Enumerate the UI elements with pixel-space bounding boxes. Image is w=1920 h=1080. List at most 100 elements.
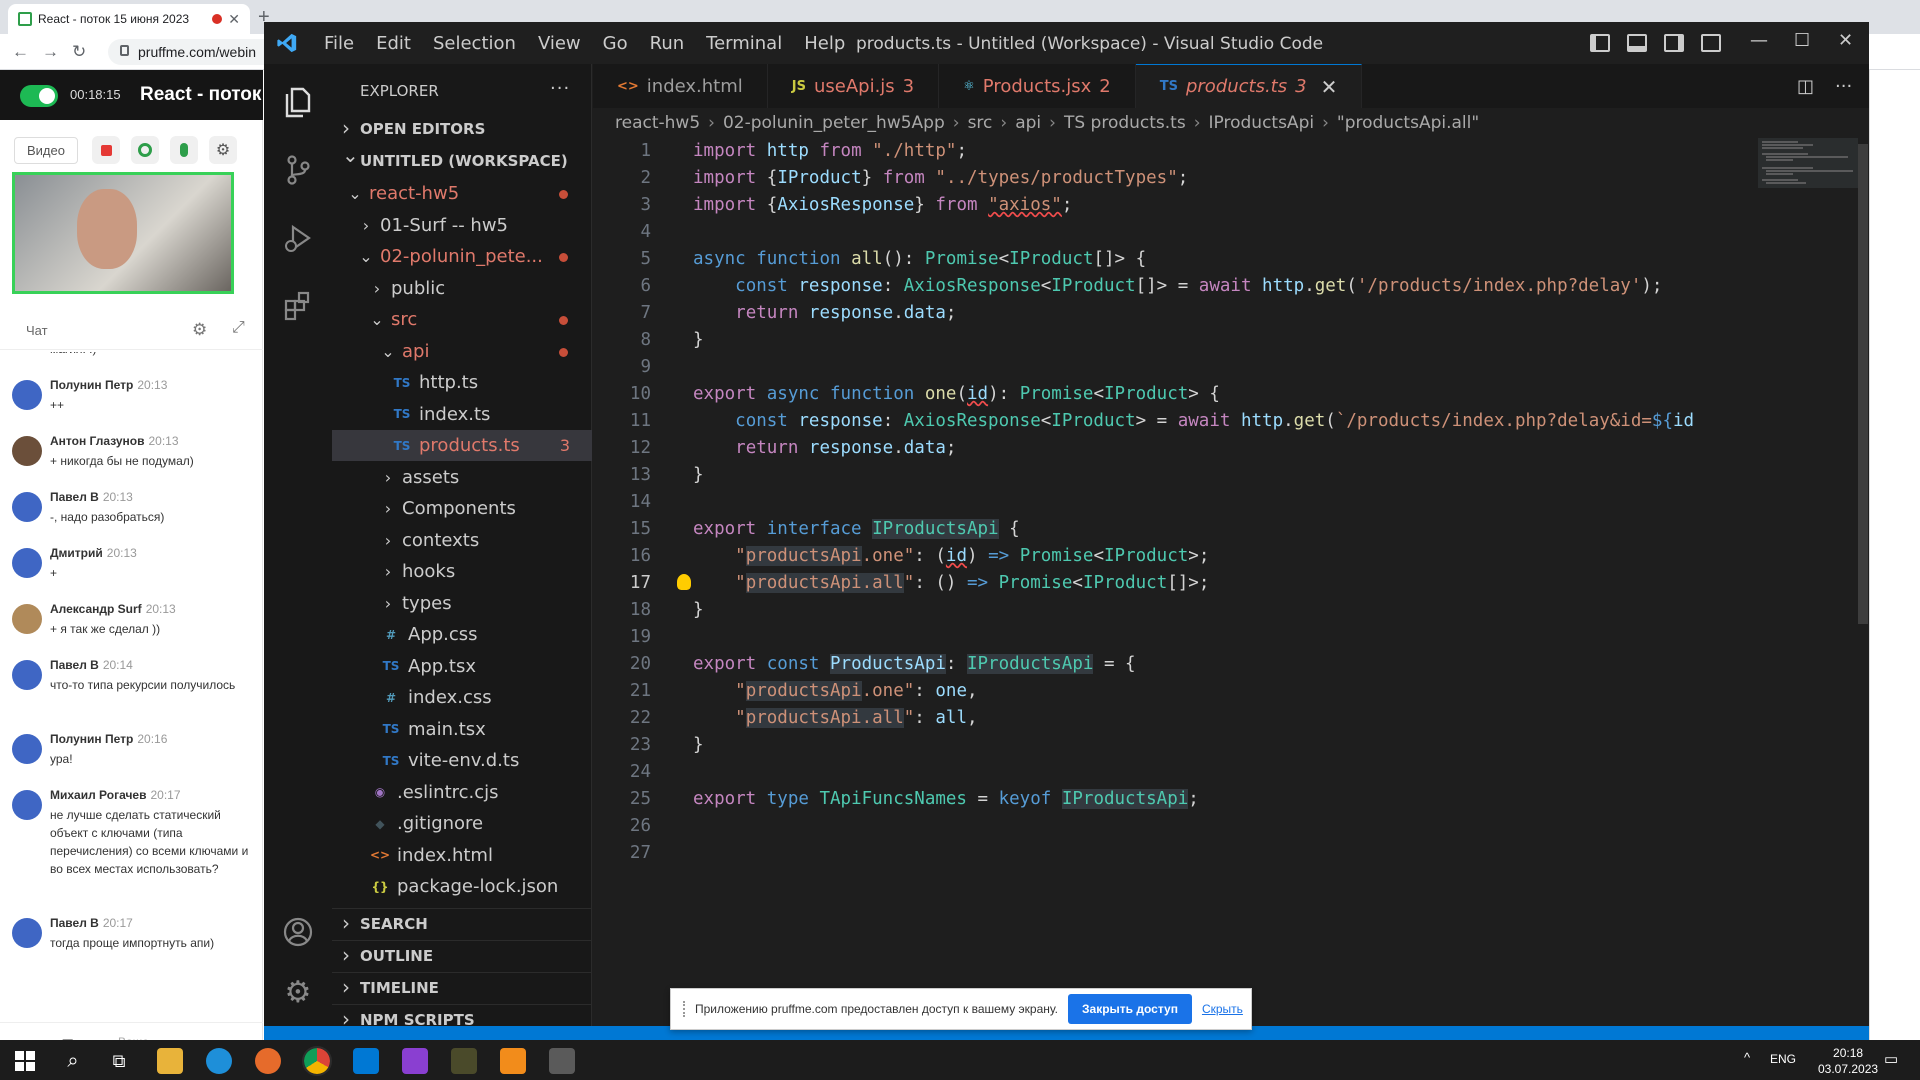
search-section[interactable]: SEARCH [332,908,592,938]
tree-item[interactable]: › types [332,588,592,619]
code-editor[interactable]: 1 import http from "./http"; 2 import {IPr… [593,138,1753,1018]
menu-file[interactable]: File [324,33,354,54]
manage-gear-icon[interactable]: ⚙ [280,974,316,1010]
open-editors-section[interactable]: OPEN EDITORS [332,114,592,144]
split-editor-icon[interactable]: ◫ [1797,76,1814,97]
menu-view[interactable]: View [538,33,581,54]
tree-item[interactable]: › assets [332,462,592,493]
workspace-section[interactable]: UNTITLED (WORKSPACE) [332,143,592,176]
tree-item[interactable]: › public [332,273,592,304]
menu-edit[interactable]: Edit [376,33,411,54]
tree-item[interactable]: › hooks [332,556,592,587]
firefox-icon[interactable] [255,1048,281,1074]
menu-run[interactable]: Run [650,33,685,54]
hide-link[interactable]: Скрыть [1202,1002,1243,1016]
breadcrumb-item[interactable]: api [1015,113,1041,133]
app-icon[interactable] [451,1048,477,1074]
minimize-icon[interactable]: — [1750,30,1768,51]
menu-go[interactable]: Go [603,33,628,54]
menu-selection[interactable]: Selection [433,33,516,54]
toggle-panel-icon[interactable] [1627,34,1647,52]
microphone-icon[interactable] [170,136,198,164]
windows-start-icon[interactable] [12,1048,38,1074]
breadcrumb-item[interactable]: IProductsApi [1209,113,1315,133]
vscode-taskbar-icon[interactable] [353,1048,379,1074]
account-icon[interactable] [280,914,316,950]
tree-item[interactable]: {} package-lock.json [332,871,592,902]
more-actions-icon[interactable]: ··· [550,78,570,99]
tree-item[interactable]: ⌄ api [332,336,592,367]
live-toggle[interactable] [20,85,58,107]
tree-item[interactable]: # App.css [332,619,592,650]
tree-item[interactable]: <> index.html [332,840,592,871]
toggle-secondary-sidebar-icon[interactable] [1664,34,1684,52]
editor-tab[interactable]: ⚛ Products.jsx 2 [939,64,1136,108]
close-access-button[interactable]: Закрыть доступ [1068,994,1192,1024]
breadcrumb-item[interactable]: 02-polunin_peter_hw5App [723,113,945,133]
settings-gear-icon[interactable]: ⚙ [209,136,237,164]
tree-item[interactable]: ⌄ 02-polunin_pete... [332,241,592,272]
language-indicator[interactable]: ENG [1770,1052,1796,1066]
expand-icon[interactable]: ⤢ [232,319,245,337]
run-debug-icon[interactable] [280,220,316,256]
file-explorer-icon[interactable] [157,1048,183,1074]
clock[interactable]: 20:18 03.07.2023 [1818,1045,1878,1077]
search-icon[interactable]: ⌕ [60,1048,86,1074]
editor-tab[interactable]: JS useApi.js 3 [768,64,940,108]
extensions-icon[interactable] [280,288,316,324]
close-window-icon[interactable]: ✕ [1838,30,1853,51]
toggle-primary-sidebar-icon[interactable] [1590,34,1610,52]
minimap[interactable] [1758,138,1858,1018]
lightbulb-icon[interactable] [677,574,691,590]
tree-item[interactable]: TS main.tsx [332,714,592,745]
menu-help[interactable]: Help [804,33,845,54]
app-icon[interactable] [549,1048,575,1074]
maximize-icon[interactable]: ☐ [1794,30,1810,51]
tree-item[interactable]: ◆ .gitignore [332,808,592,839]
tree-item[interactable]: TS index.ts [332,399,592,430]
tree-item[interactable]: › contexts [332,525,592,556]
tree-item[interactable]: # index.css [332,682,592,713]
tree-item[interactable]: › Components [332,493,592,524]
timeline-section[interactable]: TIMELINE [332,972,592,1002]
drag-handle[interactable] [683,1001,685,1017]
outline-section[interactable]: OUTLINE [332,940,592,970]
discord-icon[interactable] [402,1048,428,1074]
back-arrow-icon[interactable]: ← [12,42,29,62]
editor-tab[interactable]: TS products.ts 3 ✕ [1135,64,1363,108]
camera-icon[interactable] [131,136,159,164]
tree-item[interactable]: TS vite-env.d.ts [332,745,592,776]
chrome-icon[interactable] [302,1046,332,1076]
breadcrumb-item[interactable]: src [968,113,993,133]
breadcrumb-item[interactable]: "productsApi.all" [1337,113,1479,133]
reload-icon[interactable]: ↻ [72,42,86,62]
tree-item[interactable]: ⌄ react-hw5 [332,178,592,209]
explorer-files-icon[interactable] [280,84,316,120]
editor-more-icon[interactable]: ··· [1835,76,1852,97]
task-view-icon[interactable]: ⧉ [106,1048,132,1074]
stop-icon[interactable] [92,136,120,164]
menu-terminal[interactable]: Terminal [706,33,782,54]
breadcrumb-item[interactable]: TS products.ts [1064,113,1186,133]
tree-item[interactable]: TS http.ts [332,367,592,398]
source-control-icon[interactable] [280,152,316,188]
close-tab-icon[interactable]: ✕ [1321,75,1338,99]
tree-item[interactable]: ⌄ src [332,304,592,335]
video-button[interactable]: Видео [14,137,78,164]
breadcrumb-item[interactable]: react-hw5 [615,113,700,133]
browser-tab[interactable]: React - поток 15 июня 2023 ✕ [8,4,250,34]
editor-tab[interactable]: <> index.html [593,64,768,108]
chat-tab[interactable]: Чат [26,323,48,338]
close-icon[interactable]: ✕ [228,11,240,28]
sublime-icon[interactable] [500,1048,526,1074]
forward-arrow-icon[interactable]: → [42,42,59,62]
notifications-icon[interactable]: ▭ [1884,1050,1898,1068]
chat-settings-icon[interactable]: ⚙ [192,320,207,340]
tree-item[interactable]: › 01-Surf -- hw5 [332,210,592,241]
editor-scrollbar[interactable] [1858,144,1868,624]
customize-layout-icon[interactable] [1701,34,1721,52]
edge-icon[interactable] [206,1048,232,1074]
tree-item[interactable]: ◉ .eslintrc.cjs [332,777,592,808]
tree-item[interactable]: TS products.ts 3 [332,430,592,461]
url-field[interactable]: pruffme.com/webin [108,39,278,65]
